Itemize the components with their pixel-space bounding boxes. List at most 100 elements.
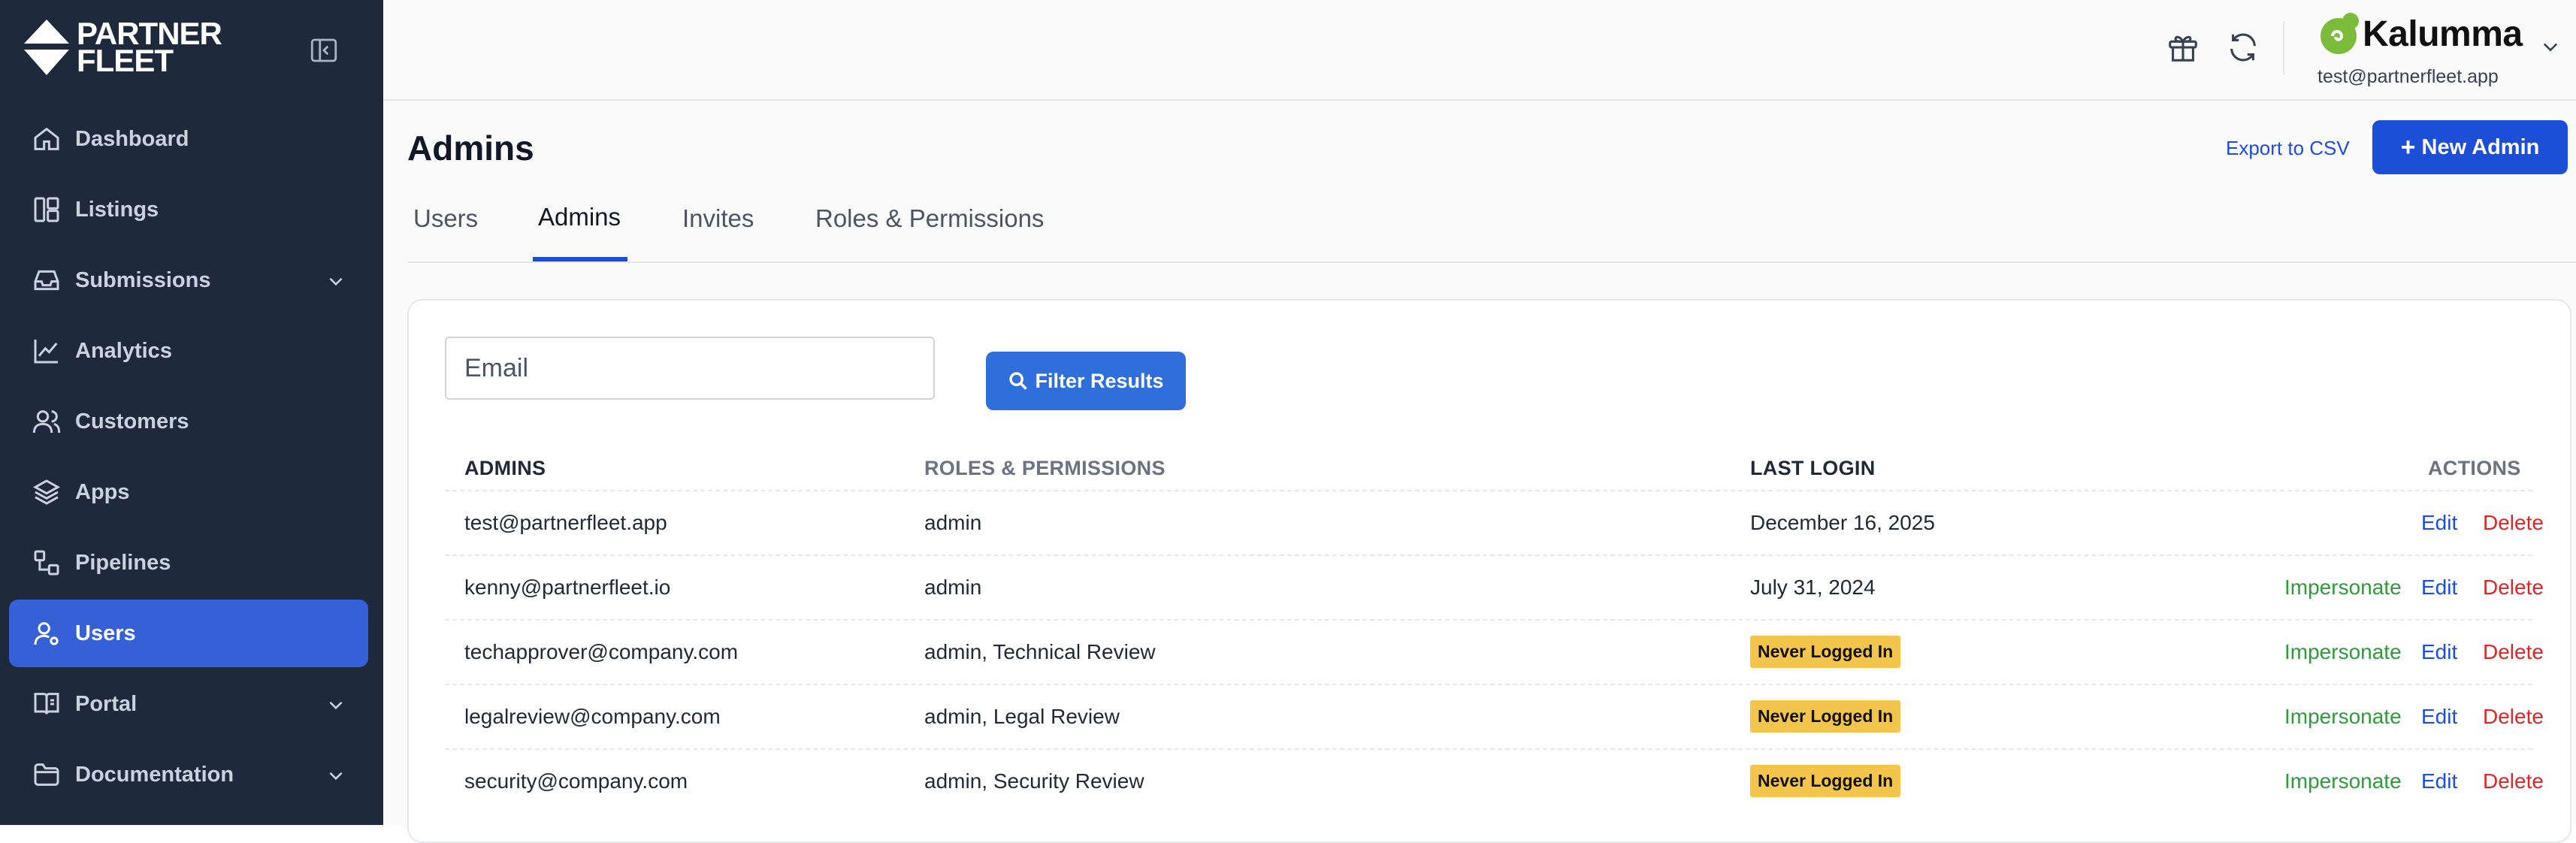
impersonate-button[interactable]: Impersonate xyxy=(2284,576,2402,600)
sidebar-item-portal[interactable]: Portal xyxy=(9,670,368,738)
admin-email: techapprover@company.com xyxy=(464,640,739,663)
new-admin-button[interactable]: + New Admin xyxy=(2372,120,2568,174)
sidebar-item-submissions[interactable]: Submissions xyxy=(9,246,368,314)
sidebar-item-pipelines[interactable]: Pipelines xyxy=(9,529,368,597)
admin-email: test@partnerfleet.app xyxy=(464,511,667,534)
table-row: security@company.com admin, Security Revi… xyxy=(445,748,2544,814)
admins-card: Filter Results ADMINS ROLES & PERMISSION… xyxy=(407,299,2571,843)
admin-roles: admin, Technical Review xyxy=(924,640,1156,663)
delete-button[interactable]: Delete xyxy=(2483,576,2544,600)
sidebar-nav: Dashboard Listings Submissions Analytics… xyxy=(9,105,368,811)
layout-icon xyxy=(34,197,59,222)
gift-icon[interactable] xyxy=(2166,30,2200,65)
admin-roles: admin, Legal Review xyxy=(924,705,1120,728)
sidebar-item-dashboard[interactable]: Dashboard xyxy=(9,105,368,173)
chevron-down-icon xyxy=(329,701,343,710)
search-icon xyxy=(1009,372,1028,390)
chevron-down-icon xyxy=(329,772,343,781)
plus-icon: + xyxy=(2400,133,2416,162)
kalumma-logo-icon xyxy=(2321,13,2359,54)
admin-email: legalreview@company.com xyxy=(464,705,721,728)
chevron-down-icon[interactable] xyxy=(2540,36,2561,57)
tabs-divider xyxy=(407,261,2576,263)
edit-button[interactable]: Edit xyxy=(2421,640,2457,664)
inbox-icon xyxy=(34,270,59,291)
sidebar: PARTNER FLEET Dashboard Listings Submiss… xyxy=(0,0,383,825)
top-header xyxy=(383,0,2576,101)
sidebar-item-label: Documentation xyxy=(75,762,234,787)
edit-button[interactable]: Edit xyxy=(2421,511,2457,535)
user-cog-icon xyxy=(34,622,59,645)
table-row: legalreview@company.com admin, Legal Revi… xyxy=(445,684,2544,750)
never-logged-in-badge: Never Logged In xyxy=(1750,700,1901,733)
brand-logo[interactable]: PARTNER FLEET xyxy=(23,18,222,77)
email-filter-input[interactable] xyxy=(445,337,935,400)
sidebar-item-label: Listings xyxy=(75,197,159,222)
admin-roles: admin xyxy=(924,511,982,534)
column-header-last-login: LAST LOGIN xyxy=(1750,457,1876,479)
account-email: test@partnerfleet.app xyxy=(2317,66,2499,87)
table-row: techapprover@company.com admin, Technical… xyxy=(445,619,2544,685)
column-header-roles: ROLES & PERMISSIONS xyxy=(924,457,1166,479)
admin-email: kenny@partnerfleet.io xyxy=(464,576,671,599)
brand-line-2: FLEET xyxy=(77,43,174,78)
last-login-date: July 31, 2024 xyxy=(1750,576,1876,599)
delete-button[interactable]: Delete xyxy=(2483,769,2544,793)
sidebar-item-label: Users xyxy=(75,621,136,645)
new-admin-button-label: New Admin xyxy=(2421,134,2540,159)
delete-button[interactable]: Delete xyxy=(2483,705,2544,729)
sidebar-item-label: Pipelines xyxy=(75,550,171,575)
tab-roles-permissions[interactable]: Roles & Permissions xyxy=(815,204,1044,233)
pipeline-icon xyxy=(34,550,59,576)
sidebar-item-label: Customers xyxy=(75,409,189,434)
delete-button[interactable]: Delete xyxy=(2483,511,2544,535)
refresh-icon[interactable] xyxy=(2226,30,2260,65)
layers-icon xyxy=(32,479,61,505)
sidebar-item-documentation[interactable]: Documentation xyxy=(9,741,368,808)
partnerfleet-logo-icon xyxy=(24,20,69,75)
edit-button[interactable]: Edit xyxy=(2421,576,2457,600)
sidebar-item-label: Dashboard xyxy=(75,126,189,151)
sidebar-item-label: Analytics xyxy=(75,338,172,363)
impersonate-button[interactable]: Impersonate xyxy=(2284,769,2402,793)
users-icon xyxy=(32,410,61,434)
table-row: kenny@partnerfleet.io admin July 31, 2024 I… xyxy=(445,554,2544,621)
page-title: Admins xyxy=(407,128,534,168)
filter-button-label: Filter Results xyxy=(1035,369,1164,392)
sidebar-item-analytics[interactable]: Analytics xyxy=(9,317,368,385)
sidebar-item-listings[interactable]: Listings xyxy=(9,176,368,243)
table-row: test@partnerfleet.app admin December 16, 2… xyxy=(445,490,2544,556)
delete-button[interactable]: Delete xyxy=(2483,640,2544,664)
home-icon xyxy=(34,127,59,150)
column-header-admins: ADMINS xyxy=(464,457,546,479)
sidebar-item-users[interactable]: Users xyxy=(9,600,368,667)
export-csv-link[interactable]: Export to CSV xyxy=(2226,137,2350,160)
tab-admins[interactable]: Admins xyxy=(538,203,621,231)
edit-button[interactable]: Edit xyxy=(2421,769,2457,793)
sidebar-item-customers[interactable]: Customers xyxy=(9,388,368,455)
sidebar-item-label: Submissions xyxy=(75,267,211,292)
folder-icon xyxy=(34,763,59,786)
brand-wordmark: PARTNER FLEET xyxy=(77,18,222,78)
collapse-sidebar-icon[interactable] xyxy=(308,35,340,66)
chevron-down-icon xyxy=(329,277,343,286)
active-tab-indicator xyxy=(533,257,627,261)
impersonate-button[interactable]: Impersonate xyxy=(2284,640,2402,664)
admin-roles: admin xyxy=(924,576,982,599)
impersonate-button[interactable]: Impersonate xyxy=(2284,705,2402,729)
never-logged-in-badge: Never Logged In xyxy=(1750,636,1901,668)
admin-email: security@company.com xyxy=(464,769,688,793)
sidebar-item-label: Apps xyxy=(75,479,130,504)
book-icon xyxy=(34,693,59,715)
sidebar-item-apps[interactable]: Apps xyxy=(9,458,368,526)
chart-line-icon xyxy=(34,340,58,364)
header-divider xyxy=(2283,21,2284,75)
filter-results-button[interactable]: Filter Results xyxy=(986,352,1186,410)
tab-users[interactable]: Users xyxy=(413,204,478,233)
sidebar-item-label: Portal xyxy=(75,691,138,716)
tab-invites[interactable]: Invites xyxy=(682,204,754,233)
account-name: Kalumma xyxy=(2363,14,2523,54)
last-login-date: December 16, 2025 xyxy=(1750,511,1935,534)
column-header-actions: ACTIONS xyxy=(2428,457,2521,479)
edit-button[interactable]: Edit xyxy=(2421,705,2457,729)
